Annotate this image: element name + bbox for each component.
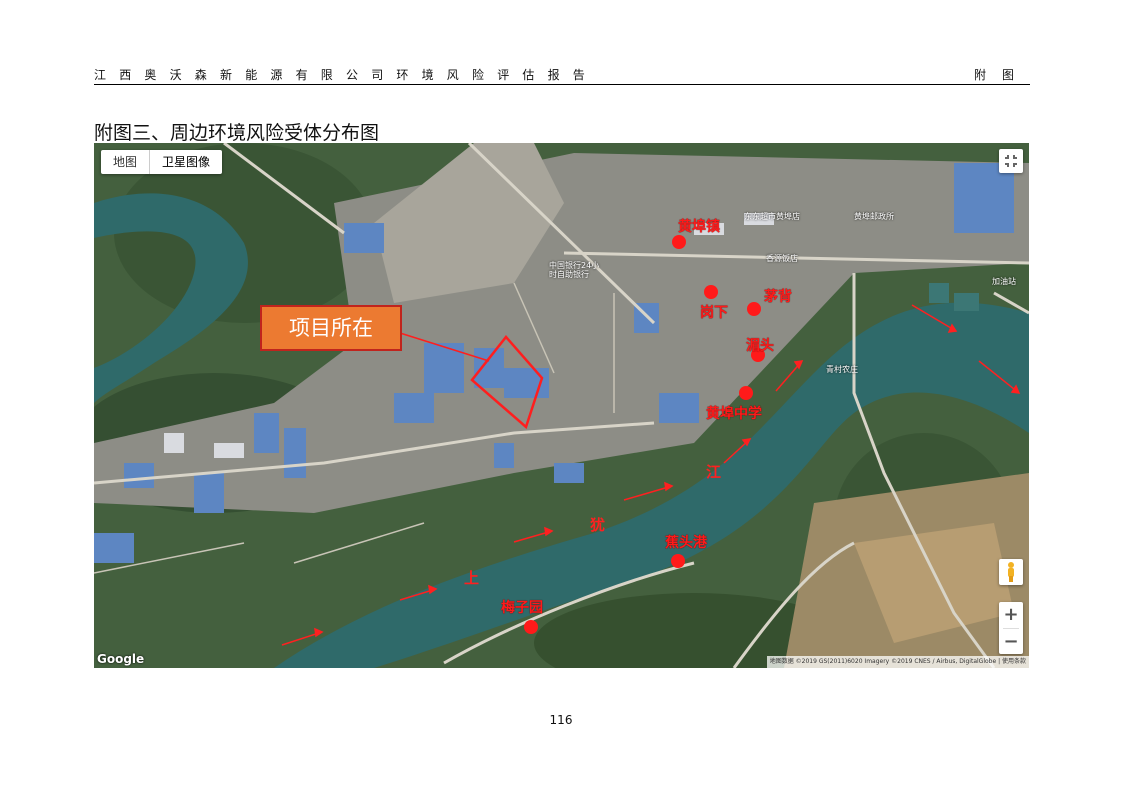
poi-restaurant[interactable]: 香源饭店 bbox=[766, 253, 798, 264]
tab-map[interactable]: 地图 bbox=[101, 150, 149, 174]
zoom-out-icon[interactable]: − bbox=[999, 629, 1023, 655]
poi-gas-station[interactable]: 加油站 bbox=[992, 276, 1016, 287]
place-label-meiziyuan: 梅子园 bbox=[501, 600, 543, 616]
place-label-jiaotougang: 蕉头港 bbox=[665, 535, 707, 551]
fullscreen-icon bbox=[1005, 155, 1017, 167]
place-label-gangxia: 岗下 bbox=[700, 305, 728, 321]
river-label-you: 犹 bbox=[590, 516, 606, 534]
page-header: 江西奥沃森新能源有限公司环境风险评估报告 附图 bbox=[94, 64, 1030, 85]
poi-farm[interactable]: 青村农庄 bbox=[826, 364, 858, 375]
zoom-in-icon[interactable]: + bbox=[999, 602, 1023, 628]
river-label-shang: 上 bbox=[464, 569, 480, 587]
place-label-huangbu-town: 黄埠镇 bbox=[678, 219, 720, 235]
map-type-control[interactable]: 地图 卫星图像 bbox=[101, 150, 223, 174]
google-logo: Google bbox=[97, 652, 145, 666]
figure-title: 附图三、周边环境风险受体分布图 bbox=[94, 122, 380, 144]
fullscreen-button[interactable] bbox=[999, 149, 1023, 173]
page-number: 116 bbox=[549, 713, 573, 727]
report-title: 江西奥沃森新能源有限公司环境风险评估报告 bbox=[94, 68, 599, 82]
poi-bank[interactable]: 中国银行24小时自助银行 bbox=[549, 261, 607, 279]
appendix-label: 附图 bbox=[973, 68, 1030, 82]
zoom-control[interactable]: + − bbox=[999, 602, 1023, 654]
poi-post-office[interactable]: 黄埠邮政所 bbox=[854, 211, 894, 222]
tab-satellite[interactable]: 卫星图像 bbox=[150, 150, 222, 174]
pegman-icon bbox=[1008, 562, 1014, 582]
map-attribution[interactable]: 地图数据 ©2019 GS(2011)6020 Imagery ©2019 CN… bbox=[766, 656, 1029, 668]
street-view-button[interactable] bbox=[999, 559, 1023, 585]
place-label-huangbu-school: 黄埠中学 bbox=[706, 406, 762, 422]
satellite-map[interactable]: 地图 卫星图像 + − 项目所在 黄埠镇 岗下 茅背 湄头 黄埠中学 蕉头港 梅… bbox=[94, 143, 1029, 668]
place-label-meitou: 湄头 bbox=[746, 338, 774, 354]
river-label-jiang: 江 bbox=[706, 463, 722, 481]
project-location-label: 项目所在 bbox=[260, 305, 402, 351]
place-label-maobei: 茅背 bbox=[764, 289, 792, 305]
poi-supermarket[interactable]: 东东超市黄埠店 bbox=[744, 211, 800, 222]
